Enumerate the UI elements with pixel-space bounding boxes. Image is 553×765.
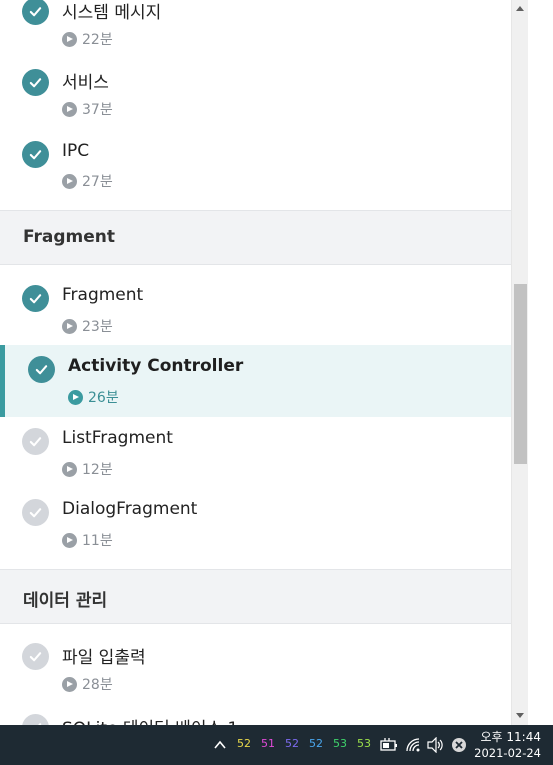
lesson-item[interactable]: ListFragment 12분 [0,417,511,489]
play-icon [62,676,77,692]
section-header[interactable]: Fragment [0,210,511,265]
incomplete-check-icon [22,714,49,725]
play-icon [62,532,77,548]
tray-number[interactable]: 52 [237,737,251,750]
section-title: Fragment [23,227,116,247]
play-icon [62,101,77,117]
lesson-item[interactable]: 파일 입출력 28분 [0,624,511,696]
scrollbar-thumb[interactable] [514,284,527,464]
lesson-title: DialogFragment [62,499,198,519]
lesson-item-current[interactable]: Activity Controller 26분 [0,345,511,417]
duration-text: 26분 [88,390,119,406]
play-icon [68,389,83,405]
chevron-up-icon[interactable] [214,739,226,751]
lesson-title: 서비스 [62,73,109,93]
duration-text: 12분 [82,462,113,478]
volume-icon[interactable] [427,737,445,753]
window-edge [528,0,553,725]
taskbar: 52 51 52 52 53 53 오후 11:44 2021-02-24 [0,725,553,765]
completed-check-icon [22,0,49,25]
lesson-list: 시스템 메시지 22분 서비스 37분 IPC 27분 Fragment Fra… [0,0,511,725]
duration-text: 27분 [82,174,113,190]
incomplete-check-icon [22,428,49,455]
tray-number[interactable]: 51 [261,737,275,750]
duration-text: 11분 [82,533,113,549]
lesson-title: 시스템 메시지 [62,3,162,23]
section-title: 데이터 관리 [23,591,108,611]
lesson-item[interactable]: 서비스 37분 [0,46,511,118]
lesson-item[interactable]: Fragment 23분 [0,265,511,337]
lesson-title: ListFragment [62,428,173,448]
section-header[interactable]: 데이터 관리 [0,569,511,624]
scroll-up-arrow-icon[interactable] [516,6,524,11]
lesson-title: 파일 입출력 [62,648,146,668]
lesson-duration: 26분 [68,387,119,407]
duration-text: 28분 [82,677,113,693]
notification-icon[interactable] [451,737,467,753]
lesson-duration: 11분 [62,530,113,550]
play-icon [62,318,77,334]
tray-number[interactable]: 53 [333,737,347,750]
incomplete-check-icon [22,499,49,526]
wifi-icon[interactable] [405,737,421,753]
lesson-item[interactable]: 시스템 메시지 22분 [0,0,511,48]
lesson-title: Fragment [62,285,144,305]
lesson-item[interactable]: DialogFragment 11분 [0,488,511,560]
tray-number[interactable]: 52 [285,737,299,750]
lesson-duration: 12분 [62,459,113,479]
lesson-item[interactable]: IPC 27분 [0,118,511,190]
vertical-scrollbar[interactable] [511,0,528,725]
lesson-duration: 37분 [62,99,113,119]
lesson-duration: 23분 [62,316,113,336]
tray-number[interactable]: 53 [357,737,371,750]
play-icon [62,461,77,477]
lesson-title: IPC [62,141,90,161]
tray-number[interactable]: 52 [309,737,323,750]
incomplete-check-icon [22,643,49,670]
lesson-duration: 28분 [62,674,113,694]
clock-date[interactable]: 2021-02-24 [474,746,541,760]
completed-check-icon [28,356,55,383]
play-icon [62,31,77,47]
clock-time[interactable]: 오후 11:44 [481,728,541,745]
duration-text: 23분 [82,319,113,335]
lesson-title: SQLite 데이터 베이스 1 [62,714,238,725]
lesson-item[interactable]: SQLite 데이터 베이스 1 [0,696,511,725]
lesson-duration: 27분 [62,171,113,191]
completed-check-icon [22,141,49,168]
completed-check-icon [22,69,49,96]
duration-text: 37분 [82,102,113,118]
scroll-down-arrow-icon[interactable] [516,713,524,718]
battery-icon[interactable] [380,738,398,752]
lesson-title: Activity Controller [68,356,244,376]
completed-check-icon [22,285,49,312]
play-icon [62,173,77,189]
